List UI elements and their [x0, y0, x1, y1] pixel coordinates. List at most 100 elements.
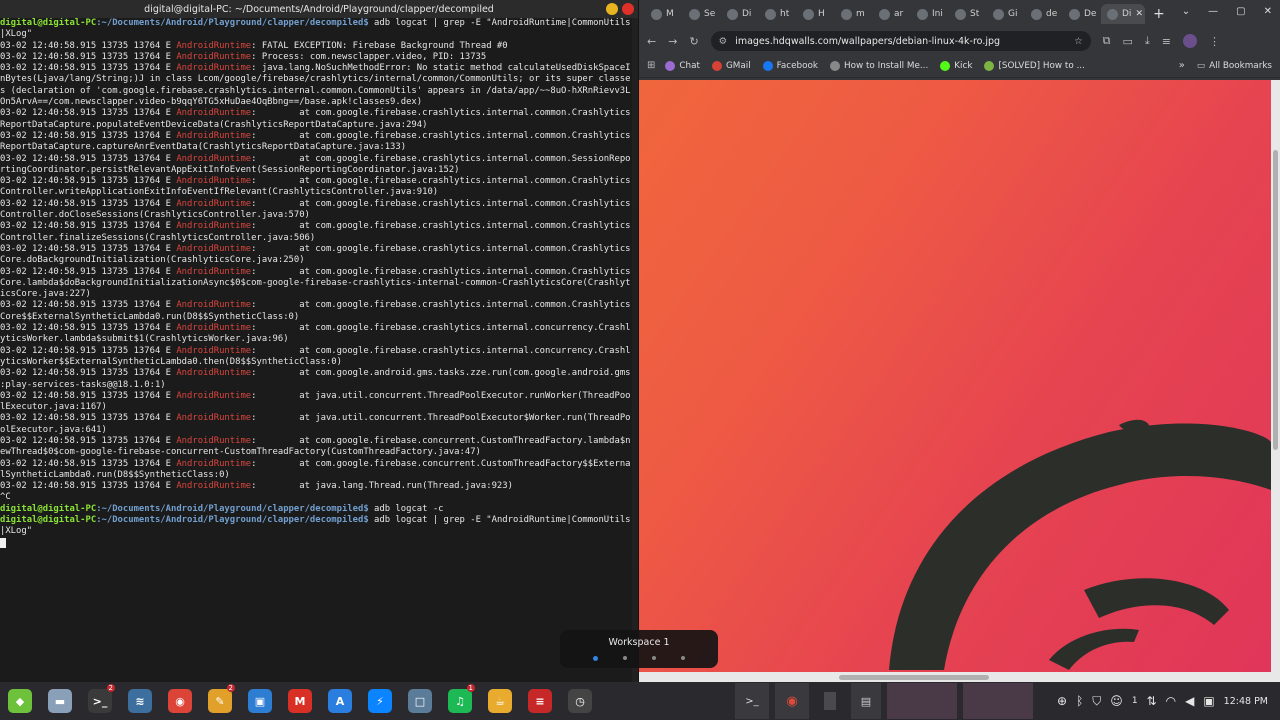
log-tag: AndroidRuntime: [176, 243, 252, 254]
close-button[interactable]: [622, 3, 634, 15]
taskbar-launcher[interactable]: A: [322, 683, 358, 719]
page-viewport[interactable]: [639, 80, 1280, 682]
browser-tab[interactable]: Se: [683, 4, 721, 24]
browser-tab[interactable]: de: [1025, 4, 1063, 24]
browser-tab[interactable]: De: [1063, 4, 1101, 24]
log-prefix: 03-02 12:40:58.915 13735 13764 E: [0, 458, 177, 469]
taskbar-window-chrome[interactable]: ◉: [775, 683, 809, 719]
close-tab-icon[interactable]: ✕: [1135, 9, 1143, 19]
workspace-dot[interactable]: [593, 656, 598, 661]
log-tag: AndroidRuntime: [176, 51, 252, 62]
shield-icon[interactable]: ⛉: [1092, 694, 1101, 709]
log-message: : FATAL EXCEPTION: Firebase Background T…: [251, 40, 508, 51]
close-icon[interactable]: ✕: [1264, 6, 1272, 17]
taskbar-window-b[interactable]: [963, 683, 1033, 719]
taskbar-launcher[interactable]: □: [402, 683, 438, 719]
more-bookmarks-icon[interactable]: »: [1179, 60, 1185, 71]
download-icon[interactable]: ⤓: [1145, 34, 1150, 48]
page-vertical-scrollbar[interactable]: [1271, 80, 1280, 682]
reading-list-icon[interactable]: ≡: [1162, 35, 1171, 48]
taskbar-window-a[interactable]: [887, 683, 957, 719]
bluetooth-icon[interactable]: ᛒ: [1076, 694, 1083, 708]
workspace-dot[interactable]: [681, 656, 685, 660]
taskbar-launcher[interactable]: ≋: [122, 683, 158, 719]
log-tag: AndroidRuntime: [176, 413, 252, 424]
menu-icon[interactable]: ⋮: [1209, 35, 1220, 48]
terminal-title: digital@digital-PC: ~/Documents/Android/…: [144, 3, 494, 15]
steam-icon[interactable]: ⊕: [1057, 694, 1067, 708]
wifi-icon[interactable]: ◠: [1166, 694, 1176, 708]
minimize-icon[interactable]: —: [1208, 6, 1218, 17]
address-bar[interactable]: ⚙ images.hdqwalls.com/wallpapers/debian-…: [710, 31, 1091, 51]
browser-tab[interactable]: St: [949, 4, 987, 24]
network-icon[interactable]: ⇅: [1147, 694, 1157, 708]
browser-tab[interactable]: M: [645, 4, 683, 24]
taskbar-launcher[interactable]: ☕: [482, 683, 518, 719]
volume-icon[interactable]: ◀: [1185, 694, 1194, 708]
browser-tab[interactable]: Di: [721, 4, 759, 24]
bookmark-item[interactable]: [SOLVED] How to ...: [984, 60, 1085, 71]
terminal-line: Controller.writeApplicationExitInfoEvent…: [0, 187, 632, 198]
browser-tab[interactable]: Di ✕: [1101, 4, 1145, 24]
terminal-output[interactable]: digital@digital-PC:~/Documents/Android/P…: [0, 18, 632, 549]
log-message: Controller.writeApplicationExitInfoEvent…: [0, 187, 439, 198]
apps-grid-icon[interactable]: ⊞: [647, 60, 655, 71]
log-message: lExecutor.java:1167): [0, 402, 107, 413]
bookmark-item[interactable]: Facebook: [762, 60, 818, 71]
profile-avatar[interactable]: [1183, 34, 1198, 48]
browser-tab[interactable]: ht: [759, 4, 797, 24]
log-message: : at com.google.firebase.crashlytics.int…: [251, 266, 631, 277]
workspace-dot[interactable]: [652, 656, 656, 660]
reload-icon[interactable]: ↻: [689, 35, 698, 48]
taskbar-launcher[interactable]: ⚡: [362, 683, 398, 719]
taskbar-launcher[interactable]: ≡: [522, 683, 558, 719]
browser-tab[interactable]: Ini: [911, 4, 949, 24]
taskbar-launcher[interactable]: ◷: [562, 683, 598, 719]
log-tag: AndroidRuntime: [176, 176, 252, 187]
edit-icon: [841, 8, 852, 20]
taskbar-launcher[interactable]: ♫ 1: [442, 683, 478, 719]
bookmark-item[interactable]: How to Install Me...: [829, 60, 928, 71]
browser-window[interactable]: M Se Di ht Hm ar Ini St Gi de De Di ✕ + ⌄ — ▢ ✕ ← → …: [639, 0, 1280, 682]
taskbar-launcher[interactable]: >_ 2: [82, 683, 118, 719]
all-bookmarks-button[interactable]: ▭ All Bookmarks: [1197, 61, 1272, 71]
log-tag: AndroidRuntime: [176, 63, 252, 74]
chevron-down-icon[interactable]: ⌄: [1182, 6, 1190, 17]
browser-tab[interactable]: H: [797, 4, 835, 24]
taskbar-launcher[interactable]: ◆: [2, 683, 38, 719]
clock[interactable]: 12:48 PM: [1224, 696, 1268, 707]
workspace-dot[interactable]: [623, 656, 627, 660]
taskbar-launcher[interactable]: ✎ 2: [202, 683, 238, 719]
browser-tab[interactable]: ar: [873, 4, 911, 24]
bookmark-star-icon[interactable]: ☆: [1074, 36, 1083, 47]
terminal-input-line[interactable]: [0, 537, 632, 549]
taskbar-launcher[interactable]: ◉: [162, 683, 198, 719]
back-icon[interactable]: ←: [647, 35, 656, 48]
bookmark-item[interactable]: GMail: [711, 60, 751, 71]
log-tag: AndroidRuntime: [176, 153, 252, 164]
clipboard-icon[interactable]: ▣: [1203, 694, 1214, 708]
cast-icon[interactable]: ▭: [1123, 35, 1133, 48]
minimize-button[interactable]: [606, 3, 618, 15]
bookmark-item[interactable]: Kick: [940, 60, 972, 71]
taskbar-window-blank[interactable]: [815, 683, 845, 719]
taskbar-window-terminal[interactable]: >_: [735, 683, 769, 719]
bookmark-favicon: [984, 60, 995, 71]
extensions-icon[interactable]: ⧉: [1103, 34, 1111, 48]
taskbar-window-archive[interactable]: ▤: [851, 683, 881, 719]
taskbar-launcher[interactable]: ▣: [242, 683, 278, 719]
terminal-window[interactable]: digital@digital-PC: ~/Documents/Android/…: [0, 0, 638, 682]
browser-tab[interactable]: Gi: [987, 4, 1025, 24]
discord-icon[interactable]: ☺: [1110, 694, 1123, 708]
terminal-titlebar[interactable]: digital@digital-PC: ~/Documents/Android/…: [0, 0, 638, 18]
site-info-icon[interactable]: ⚙: [719, 36, 728, 47]
page-horizontal-scrollbar[interactable]: [639, 672, 1271, 682]
taskbar-launcher[interactable]: M: [282, 683, 318, 719]
taskbar-launcher[interactable]: ▬: [42, 683, 78, 719]
forward-icon[interactable]: →: [668, 35, 677, 48]
new-tab-button[interactable]: +: [1153, 6, 1165, 22]
maximize-icon[interactable]: ▢: [1236, 6, 1245, 17]
browser-tab[interactable]: m: [835, 4, 873, 24]
bookmark-item[interactable]: Chat: [665, 60, 700, 71]
terminal-scrollbar[interactable]: [632, 18, 638, 682]
